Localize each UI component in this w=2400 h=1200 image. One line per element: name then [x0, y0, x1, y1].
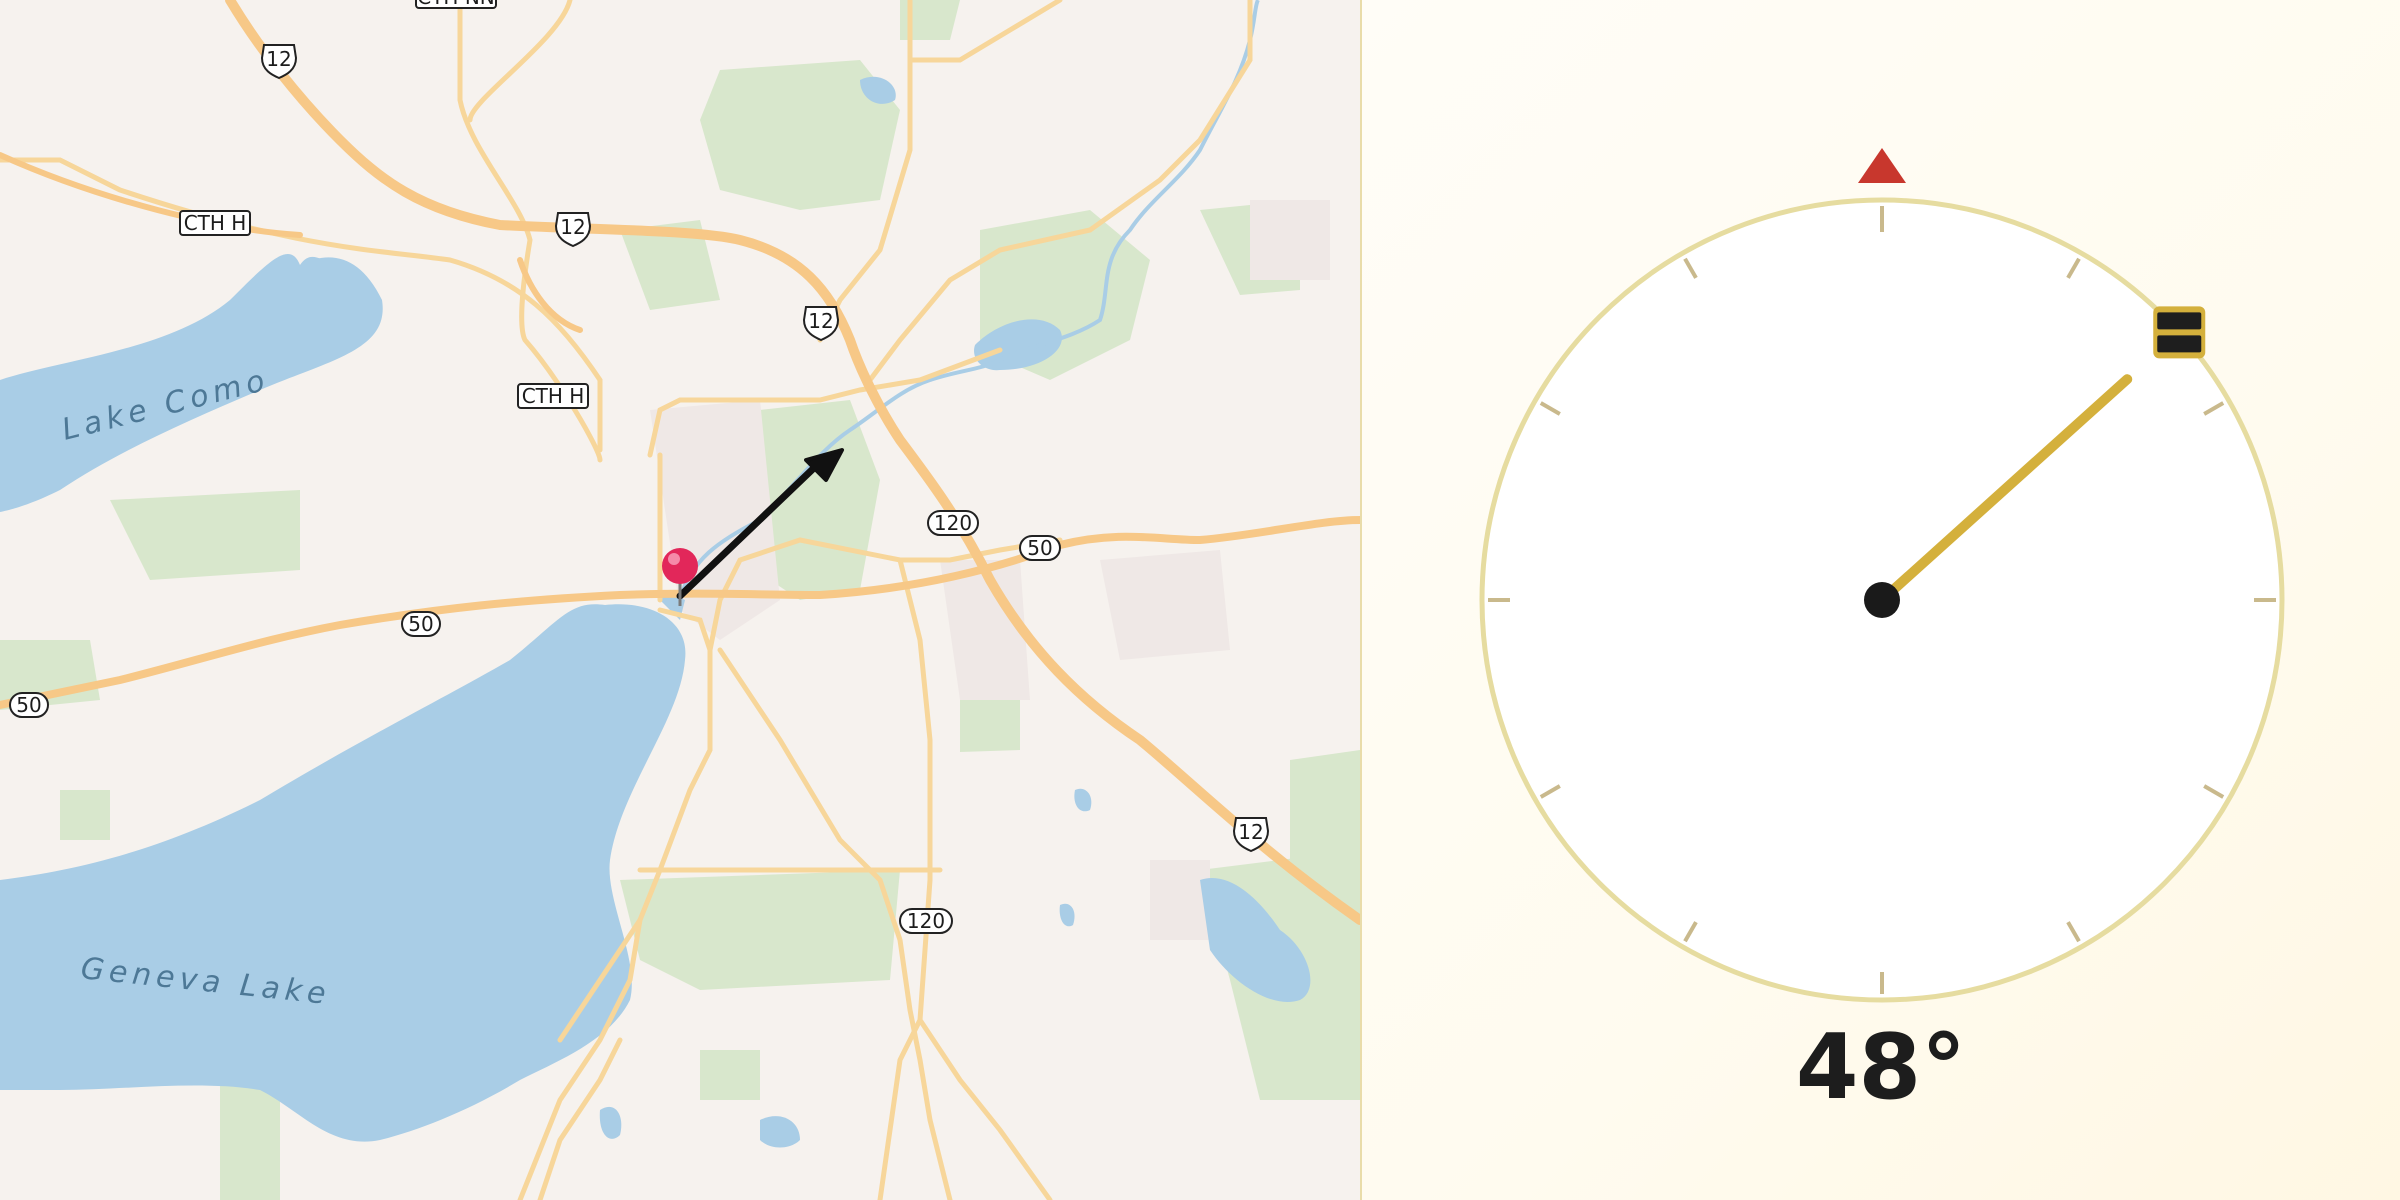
svg-text:120: 120: [907, 909, 945, 933]
route-shield-50-a: 50: [401, 611, 441, 637]
heading-readout: 48°: [1795, 1015, 1967, 1120]
svg-text:CTH H: CTH H: [184, 211, 247, 235]
route-shield-120-a: 120: [927, 510, 979, 536]
svg-text:12: 12: [266, 47, 291, 71]
north-marker-icon: [1858, 148, 1906, 183]
route-shield-50-c: 50: [1019, 535, 1061, 561]
route-shield-12-a: 12: [260, 44, 298, 80]
svg-text:50: 50: [1027, 536, 1052, 560]
svg-text:50: 50: [16, 693, 41, 717]
svg-text:CTH H: CTH H: [522, 384, 585, 408]
svg-text:50: 50: [408, 612, 433, 636]
map-view[interactable]: 12 12 12 12 50 50 50 120 120 CTH H CTH H…: [0, 0, 1360, 1200]
route-shield-120-b: 120: [899, 908, 953, 934]
county-label-cth-nn: CTH NN: [415, 0, 497, 9]
needle-drag-handle-icon[interactable]: [2153, 306, 2206, 359]
route-shield-12-b: 12: [554, 212, 592, 248]
svg-text:120: 120: [934, 511, 972, 535]
route-shield-12-c: 12: [802, 306, 840, 342]
county-label-cth-h-b: CTH H: [517, 383, 589, 409]
map-canvas[interactable]: 12 12 12 12 50 50 50 120 120 CTH H CTH H…: [0, 0, 1360, 1200]
svg-text:12: 12: [808, 309, 833, 333]
compass-panel: 48°: [1362, 0, 2400, 1200]
svg-text:CTH NN: CTH NN: [417, 0, 495, 9]
route-shield-50-b: 50: [9, 692, 49, 718]
svg-text:12: 12: [560, 215, 585, 239]
county-label-cth-h-a: CTH H: [179, 210, 251, 236]
svg-text:12: 12: [1238, 820, 1263, 844]
needle-pivot: [1864, 582, 1900, 618]
